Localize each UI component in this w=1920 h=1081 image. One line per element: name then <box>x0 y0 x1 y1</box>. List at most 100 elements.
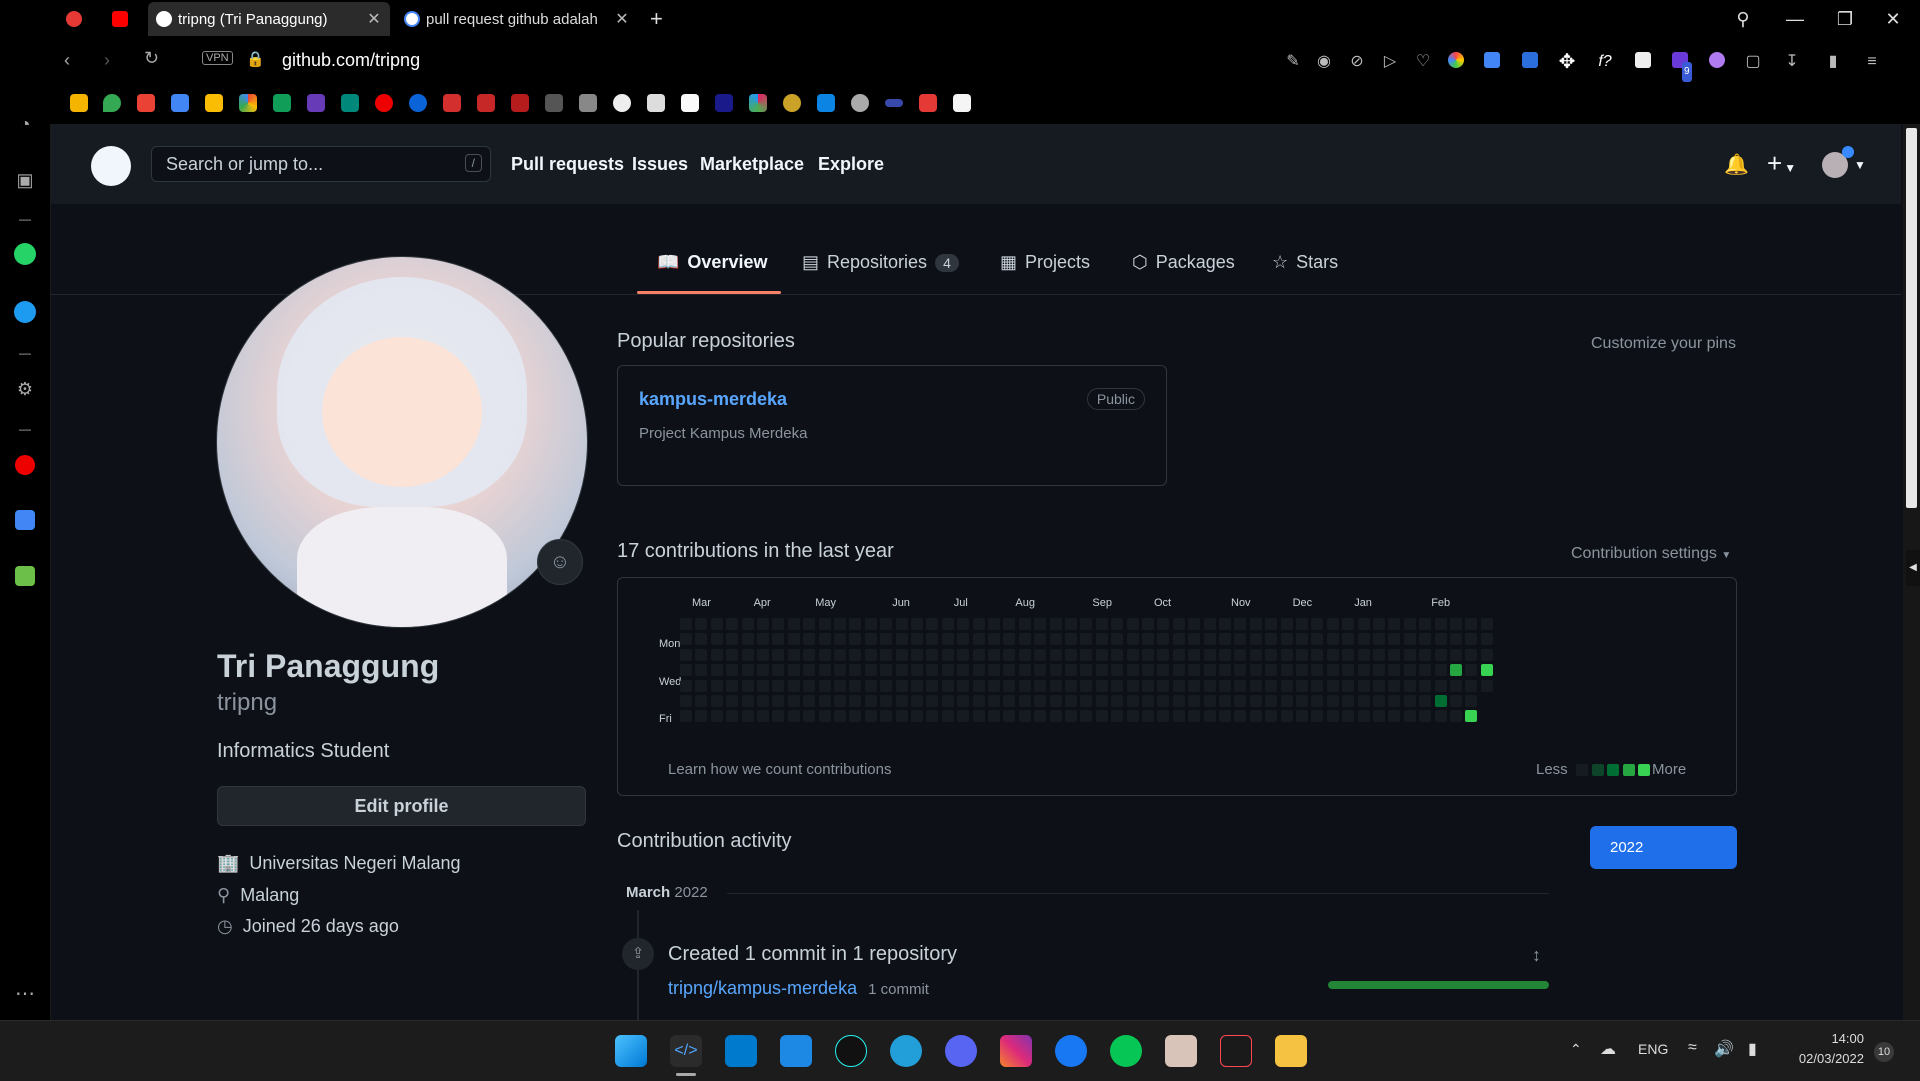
contribution-cell[interactable] <box>1172 648 1185 661</box>
contribution-cell[interactable] <box>1357 710 1370 723</box>
contribution-cell[interactable] <box>1142 618 1154 630</box>
contribution-cell[interactable] <box>695 618 708 630</box>
telegram-icon[interactable] <box>890 1035 922 1067</box>
contribution-cell[interactable] <box>741 648 754 661</box>
photos-bookmark-icon[interactable] <box>239 94 257 112</box>
contribution-cell[interactable] <box>1296 679 1308 692</box>
contribution-cell[interactable] <box>680 710 692 723</box>
contribution-cell[interactable] <box>772 710 785 723</box>
contribution-cell[interactable] <box>1049 633 1062 646</box>
contribution-cell[interactable] <box>1403 648 1416 661</box>
contribution-cell[interactable] <box>1249 648 1262 661</box>
contribution-cell[interactable] <box>1234 679 1247 692</box>
contribution-cell[interactable] <box>926 695 939 707</box>
contribution-cell[interactable] <box>1249 618 1262 630</box>
tiktok-icon[interactable] <box>835 1035 867 1067</box>
contribution-cell[interactable] <box>834 695 846 707</box>
contribution-cell[interactable] <box>911 695 923 707</box>
contribution-cell[interactable] <box>1172 679 1185 692</box>
contribution-cell[interactable] <box>710 618 723 630</box>
nav-marketplace[interactable]: Marketplace <box>700 154 804 175</box>
contribution-cell[interactable] <box>1326 664 1339 677</box>
contribution-cell[interactable] <box>988 648 1000 661</box>
contribution-cell[interactable] <box>1450 695 1462 707</box>
contribution-cell[interactable] <box>941 695 954 707</box>
close-tab-icon[interactable]: ✕ <box>614 9 630 29</box>
calendar-bookmark-icon[interactable] <box>171 94 189 112</box>
clock-time[interactable]: 14:00 <box>1784 1031 1864 1046</box>
contribution-cell[interactable] <box>1450 679 1462 692</box>
side-panel-toggle-icon[interactable]: ◀ <box>1906 550 1920 586</box>
contribution-cell[interactable] <box>1049 679 1062 692</box>
contribution-cell[interactable] <box>1342 618 1355 630</box>
nav-issues[interactable]: Issues <box>632 154 688 175</box>
notification-count-badge[interactable]: 10 <box>1874 1042 1894 1062</box>
laravel-bookmark-icon[interactable] <box>477 94 495 112</box>
contribution-cell[interactable] <box>1373 664 1385 677</box>
sheets-bookmark-icon[interactable] <box>273 94 291 112</box>
k-bookmark-icon[interactable] <box>715 94 733 112</box>
contribution-cell[interactable] <box>1311 710 1324 723</box>
contribution-cell[interactable] <box>1188 710 1201 723</box>
contribution-cell[interactable] <box>1342 695 1355 707</box>
scrollbar-thumb[interactable] <box>1906 128 1917 508</box>
customize-pins-link[interactable]: Customize your pins <box>1591 335 1736 353</box>
contribution-cell[interactable] <box>880 618 893 630</box>
contribution-cell[interactable] <box>1419 695 1432 707</box>
contribution-cell[interactable] <box>972 695 985 707</box>
google-drive-bookmark-icon[interactable] <box>70 94 88 112</box>
contribution-cell[interactable] <box>1419 710 1432 723</box>
contribution-cell[interactable] <box>849 648 862 661</box>
close-window-icon[interactable]: ✕ <box>1880 6 1906 32</box>
face-bookmark-icon[interactable] <box>851 94 869 112</box>
contribution-cell[interactable] <box>1249 664 1262 677</box>
contribution-cell[interactable] <box>1080 618 1093 630</box>
contribution-cell[interactable] <box>1111 633 1124 646</box>
contribution-cell[interactable] <box>957 648 970 661</box>
contribution-cell[interactable] <box>1049 648 1062 661</box>
contribution-cell[interactable] <box>1465 633 1478 646</box>
contribution-cell[interactable] <box>895 710 908 723</box>
back-icon[interactable]: ‹ <box>64 50 70 71</box>
contribution-cell[interactable] <box>1142 648 1154 661</box>
contribution-cell[interactable] <box>1296 648 1308 661</box>
contribution-cell[interactable] <box>1296 664 1308 677</box>
contribution-cell[interactable] <box>1095 633 1108 646</box>
contribution-cell[interactable] <box>1172 618 1185 630</box>
contribution-cell[interactable] <box>1480 664 1493 677</box>
contribution-cell[interactable] <box>864 618 877 630</box>
contribution-cell[interactable] <box>680 633 692 646</box>
contribution-cell[interactable] <box>1434 695 1447 707</box>
contribution-cell[interactable] <box>1280 679 1293 692</box>
new-tab-button[interactable]: + <box>644 2 674 36</box>
codepen-bookmark-icon[interactable] <box>647 94 665 112</box>
contribution-cell[interactable] <box>1219 679 1231 692</box>
contribution-cell[interactable] <box>1403 679 1416 692</box>
contribution-cell[interactable] <box>1126 664 1139 677</box>
tab-repositories[interactable]: ▤ Repositories 4 <box>802 252 959 273</box>
contribution-cell[interactable] <box>1280 648 1293 661</box>
contribution-cell[interactable] <box>926 633 939 646</box>
contribution-cell[interactable] <box>1403 618 1416 630</box>
contribution-cell[interactable] <box>1034 633 1047 646</box>
language-indicator[interactable]: ENG <box>1638 1041 1668 1057</box>
contribution-cell[interactable] <box>803 695 816 707</box>
contribution-cell[interactable] <box>695 695 708 707</box>
contribution-cell[interactable] <box>1296 710 1308 723</box>
contribution-cell[interactable] <box>1265 633 1278 646</box>
google-translate-ext-icon[interactable] <box>1484 52 1500 68</box>
contribution-cell[interactable] <box>1018 679 1031 692</box>
contribution-cell[interactable] <box>772 695 785 707</box>
contribution-cell[interactable] <box>988 618 1000 630</box>
vpn-badge[interactable]: VPN <box>202 51 233 65</box>
contribution-cell[interactable] <box>864 695 877 707</box>
whatsapp-icon[interactable] <box>14 243 36 265</box>
contribution-cell[interactable] <box>1203 664 1216 677</box>
contribution-cell[interactable] <box>988 710 1000 723</box>
forward-icon[interactable]: › <box>104 50 110 71</box>
contribution-cell[interactable] <box>1188 664 1201 677</box>
dev-home-icon[interactable]: </> <box>670 1035 702 1067</box>
contribution-cell[interactable] <box>988 633 1000 646</box>
contribution-cell[interactable] <box>1126 648 1139 661</box>
contribution-cell[interactable] <box>680 695 692 707</box>
